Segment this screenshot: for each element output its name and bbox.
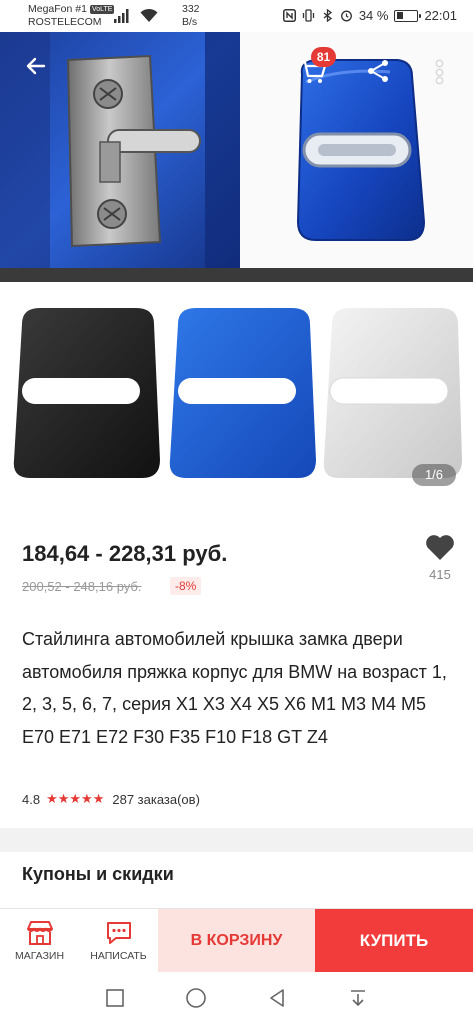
nav-recents-button[interactable]	[102, 985, 128, 1011]
status-bar: MegaFon #1 VoLTE ROSTELECOM 332 B/s 34 %…	[0, 0, 473, 32]
message-label: НАПИСАТЬ	[90, 950, 147, 962]
alarm-icon	[340, 10, 352, 22]
rating-stars: ★★★★★	[46, 791, 105, 806]
nav-home-icon	[186, 988, 206, 1008]
clock: 22:01	[424, 8, 457, 23]
network-speed-unit: B/s	[182, 16, 198, 28]
cart-count-badge: 81	[311, 47, 336, 67]
carrier-name-2: ROSTELECOM	[28, 16, 102, 28]
bluetooth-icon	[323, 9, 332, 22]
rating-value: 4.8	[22, 791, 41, 807]
wishlist-count: 415	[429, 567, 451, 582]
signal-icon	[114, 9, 129, 23]
price-range: 184,64 - 228,31 руб.	[22, 541, 228, 566]
buy-now-button[interactable]: КУПИТЬ	[315, 909, 473, 973]
store-button[interactable]: МАГАЗИН	[0, 909, 79, 973]
old-price-range: 200,52 - 248,16 руб.	[22, 579, 142, 594]
image-page-indicator: 1/6	[412, 464, 456, 486]
discount-badge: -8%	[170, 577, 202, 595]
screen: MegaFon #1 VoLTE ROSTELECOM 332 B/s 34 %…	[0, 0, 473, 1024]
product-info: 184,64 - 228,31 руб. 200,52 - 248,16 руб…	[0, 529, 473, 829]
product-image-gallery[interactable]: 81 1/6	[0, 32, 473, 529]
store-icon	[26, 921, 53, 945]
volte-tag: VoLTE	[89, 5, 115, 14]
nav-back-button[interactable]	[264, 985, 290, 1011]
more-vert-icon-dot	[436, 78, 442, 83]
network-speed: 332 B/s	[182, 3, 200, 29]
photo-divider	[0, 268, 473, 282]
network-speed-value: 332	[182, 3, 200, 15]
bottom-action-bar: МАГАЗИН НАПИСАТЬ В КОРЗИНУ КУПИТЬ	[0, 908, 473, 973]
section-separator	[0, 828, 473, 852]
rating-row[interactable]: 4.8 ★★★★★ 287 заказа(ов)	[22, 791, 200, 807]
more-vert-icon-dot	[436, 69, 442, 75]
chat-icon	[106, 922, 131, 944]
heart-icon	[426, 535, 454, 560]
store-label: МАГАЗИН	[14, 950, 65, 962]
orders-count: 287 заказа(ов)	[112, 791, 200, 807]
system-nav-bar	[0, 972, 473, 1024]
carrier-info: MegaFon #1 VoLTE ROSTELECOM	[28, 3, 115, 29]
vibrate-icon	[302, 9, 314, 22]
add-to-cart-button[interactable]: В КОРЗИНУ	[158, 909, 315, 973]
back-button[interactable]	[22, 52, 50, 80]
wishlist-button[interactable]: 415	[418, 529, 462, 593]
coupons-title: Купоны и скидки	[22, 864, 174, 884]
more-options-button[interactable]	[432, 58, 446, 86]
carrier-name: MegaFon #1	[28, 3, 87, 15]
more-vert-icon	[436, 61, 442, 66]
battery-icon	[394, 9, 422, 22]
coupons-section[interactable]: Купоны и скидки	[0, 852, 473, 908]
product-title: Стайлинга автомобилей крышка замка двери…	[22, 629, 447, 747]
battery-level-fill	[396, 12, 404, 19]
back-arrow-icon	[26, 57, 46, 75]
product-photo-color-variants	[0, 282, 473, 529]
share-button[interactable]	[365, 58, 391, 84]
status-right: 34 % 22:01	[282, 8, 457, 23]
message-button[interactable]: НАПИСАТЬ	[79, 909, 158, 973]
nav-notifications-button[interactable]	[345, 985, 371, 1011]
nfc-icon	[282, 9, 296, 22]
wifi-icon	[140, 8, 158, 22]
battery-percent: 34 %	[358, 8, 389, 23]
nav-notifications-icon	[351, 990, 365, 1006]
nav-recents-icon	[106, 989, 124, 1007]
nav-home-button[interactable]	[183, 985, 209, 1011]
share-icon	[368, 60, 388, 82]
nav-back-icon	[270, 989, 284, 1007]
